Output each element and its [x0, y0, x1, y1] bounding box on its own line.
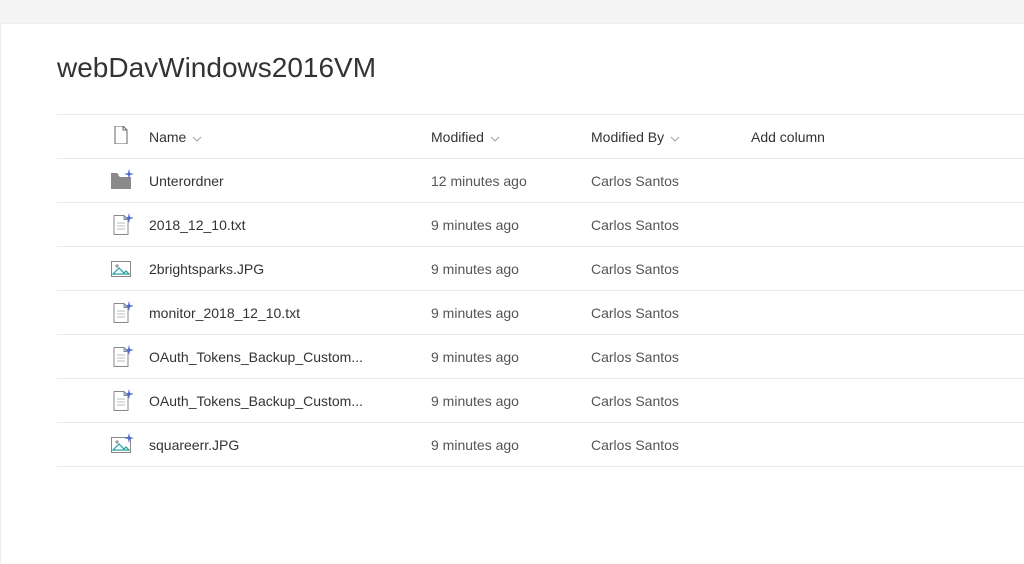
- row-modified: 9 minutes ago: [431, 261, 591, 277]
- row-name[interactable]: 2018_12_10.txt: [141, 217, 431, 233]
- table-row[interactable]: squareerr.JPG 9 minutes ago Carlos Santos: [57, 423, 1024, 467]
- file-name: monitor_2018_12_10.txt: [149, 305, 300, 321]
- row-modified: 9 minutes ago: [431, 305, 591, 321]
- table-row[interactable]: 2brightsparks.JPG 9 minutes ago Carlos San…: [57, 247, 1024, 291]
- table-row[interactable]: OAuth_Tokens_Backup_Custom... 9 minutes a…: [57, 335, 1024, 379]
- chevron-down-icon: [670, 129, 680, 145]
- image-icon: [110, 258, 132, 280]
- row-modifiedby: Carlos Santos: [591, 393, 751, 409]
- file-name: Unterordner: [149, 173, 224, 189]
- row-name[interactable]: Unterordner: [141, 173, 431, 189]
- row-type: [101, 170, 141, 192]
- modified-text: 9 minutes ago: [431, 349, 519, 365]
- row-type: [101, 302, 141, 324]
- page-content: webDavWindows2016VM Name Modified Modifi…: [0, 24, 1024, 564]
- row-name[interactable]: OAuth_Tokens_Backup_Custom...: [141, 349, 431, 365]
- row-name[interactable]: 2brightsparks.JPG: [141, 261, 431, 277]
- file-name: 2brightsparks.JPG: [149, 261, 264, 277]
- file-name: OAuth_Tokens_Backup_Custom...: [149, 349, 363, 365]
- row-modified: 12 minutes ago: [431, 173, 591, 189]
- new-badge-icon: [124, 430, 134, 440]
- row-modifiedby: Carlos Santos: [591, 305, 751, 321]
- new-badge-icon: [124, 386, 134, 396]
- row-type: [101, 258, 141, 280]
- row-type: [101, 390, 141, 412]
- row-modifiedby: Carlos Santos: [591, 437, 751, 453]
- col-name-header[interactable]: Name: [141, 129, 431, 145]
- image-icon: [110, 434, 132, 456]
- text-icon: [110, 302, 132, 324]
- modifiedby-text: Carlos Santos: [591, 349, 679, 365]
- top-bar: [0, 0, 1024, 24]
- modified-text: 9 minutes ago: [431, 217, 519, 233]
- text-icon: [110, 214, 132, 236]
- col-modified-label: Modified: [431, 129, 484, 145]
- file-name: OAuth_Tokens_Backup_Custom...: [149, 393, 363, 409]
- modified-text: 9 minutes ago: [431, 437, 519, 453]
- col-add-header[interactable]: Add column: [751, 129, 891, 145]
- file-name: squareerr.JPG: [149, 437, 239, 453]
- new-badge-icon: [124, 210, 134, 220]
- modified-text: 9 minutes ago: [431, 261, 519, 277]
- modifiedby-text: Carlos Santos: [591, 393, 679, 409]
- row-modified: 9 minutes ago: [431, 393, 591, 409]
- modified-text: 9 minutes ago: [431, 393, 519, 409]
- row-type: [101, 346, 141, 368]
- row-modifiedby: Carlos Santos: [591, 349, 751, 365]
- row-name[interactable]: OAuth_Tokens_Backup_Custom...: [141, 393, 431, 409]
- new-badge-icon: [124, 342, 134, 352]
- file-name: 2018_12_10.txt: [149, 217, 246, 233]
- modifiedby-text: Carlos Santos: [591, 217, 679, 233]
- modified-text: 9 minutes ago: [431, 305, 519, 321]
- table-row[interactable]: 2018_12_10.txt 9 minutes ago Carlos Santos: [57, 203, 1024, 247]
- modifiedby-text: Carlos Santos: [591, 437, 679, 453]
- col-add-label: Add column: [751, 129, 825, 145]
- col-modifiedby-header[interactable]: Modified By: [591, 129, 751, 145]
- text-icon: [110, 346, 132, 368]
- text-icon: [110, 390, 132, 412]
- col-modified-header[interactable]: Modified: [431, 129, 591, 145]
- row-type: [101, 434, 141, 456]
- chevron-down-icon: [192, 129, 202, 145]
- table-header-row: Name Modified Modified By Add column: [57, 115, 1024, 159]
- table-row[interactable]: monitor_2018_12_10.txt 9 minutes ago Carlo…: [57, 291, 1024, 335]
- row-type: [101, 214, 141, 236]
- modifiedby-text: Carlos Santos: [591, 173, 679, 189]
- chevron-down-icon: [490, 129, 500, 145]
- new-badge-icon: [124, 298, 134, 308]
- row-modifiedby: Carlos Santos: [591, 261, 751, 277]
- modifiedby-text: Carlos Santos: [591, 261, 679, 277]
- modifiedby-text: Carlos Santos: [591, 305, 679, 321]
- row-name[interactable]: monitor_2018_12_10.txt: [141, 305, 431, 321]
- col-modifiedby-label: Modified By: [591, 129, 664, 145]
- table-row[interactable]: OAuth_Tokens_Backup_Custom... 9 minutes a…: [57, 379, 1024, 423]
- row-modifiedby: Carlos Santos: [591, 217, 751, 233]
- modified-text: 12 minutes ago: [431, 173, 527, 189]
- row-modified: 9 minutes ago: [431, 349, 591, 365]
- col-type-header[interactable]: [101, 126, 141, 147]
- table-row[interactable]: Unterordner 12 minutes ago Carlos Santos: [57, 159, 1024, 203]
- row-name[interactable]: squareerr.JPG: [141, 437, 431, 453]
- page-title[interactable]: webDavWindows2016VM: [57, 52, 1024, 84]
- folder-icon: [110, 170, 132, 192]
- file-type-icon: [113, 126, 129, 147]
- new-badge-icon: [124, 166, 134, 176]
- col-name-label: Name: [149, 129, 186, 145]
- row-modified: 9 minutes ago: [431, 217, 591, 233]
- row-modified: 9 minutes ago: [431, 437, 591, 453]
- row-modifiedby: Carlos Santos: [591, 173, 751, 189]
- file-table: Name Modified Modified By Add column Unt…: [57, 114, 1024, 467]
